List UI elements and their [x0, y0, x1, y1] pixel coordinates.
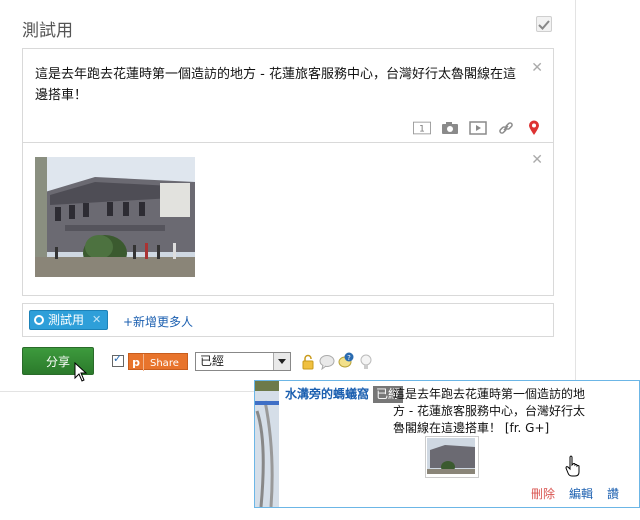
- close-icon[interactable]: ✕: [531, 153, 543, 167]
- counter-icon: 1: [413, 120, 431, 136]
- location-pin-icon[interactable]: [525, 120, 543, 136]
- plurk-share-label: Share: [150, 358, 179, 369]
- video-icon[interactable]: [469, 120, 487, 136]
- lightbulb-icon[interactable]: [360, 354, 372, 370]
- avatar: [255, 381, 279, 507]
- post-text-card[interactable]: 這是去年跑去花蓮時第一個造訪的地方 - 花蓮旅客服務中心，台灣好行太魯閣線在這邊…: [22, 48, 554, 142]
- attached-photo: [35, 157, 195, 277]
- notification-actions: 刪除 編輯 讚: [531, 485, 619, 502]
- mouse-pointer-icon: [74, 362, 88, 382]
- svg-text:?: ?: [347, 354, 351, 362]
- lock-icon[interactable]: [302, 354, 314, 370]
- notification-text: 這是去年跑去花蓮時第一個造訪的地方 - 花蓮旅客服務中心，台灣好行太魯閣線在這邊…: [393, 387, 586, 435]
- attachment-toolbar: 1: [413, 120, 543, 136]
- recipients-field[interactable]: 測試用 ✕ +新增更多人: [22, 303, 554, 337]
- camera-icon[interactable]: [441, 120, 459, 136]
- post-text[interactable]: 這是去年跑去花蓮時第一個造訪的地方 - 花蓮旅客服務中心，台灣好行太魯閣線在這邊…: [35, 64, 521, 106]
- checkmark-icon[interactable]: [536, 16, 552, 32]
- status-select-value: 已經: [200, 354, 225, 368]
- like-link[interactable]: 讚: [607, 485, 619, 502]
- plurk-logo-icon: p: [129, 354, 144, 371]
- notification-bubble-icon[interactable]: ?: [338, 352, 354, 370]
- circle-icon: [34, 315, 44, 325]
- recipient-chip-label: 測試用: [48, 313, 85, 327]
- author-name[interactable]: 水溝旁的螞蟻窩: [285, 387, 369, 401]
- close-icon[interactable]: ✕: [531, 61, 543, 75]
- delete-link[interactable]: 刪除: [531, 485, 555, 502]
- link-icon[interactable]: [497, 120, 515, 136]
- status-select[interactable]: 已經: [195, 352, 291, 371]
- photo-attachment-card: ✕: [22, 142, 554, 296]
- plurk-share-checkbox[interactable]: [112, 352, 124, 367]
- remove-chip-icon[interactable]: ✕: [92, 310, 101, 330]
- plurk-share-button[interactable]: p Share: [128, 353, 188, 371]
- notification-popup: 水溝旁的螞蟻窩 已經 這是去年跑去花蓮時第一個造訪的地方 - 花蓮旅客服務中心，台…: [254, 380, 640, 508]
- chevron-down-icon[interactable]: [273, 353, 290, 370]
- add-more-people-link[interactable]: +新增更多人: [123, 313, 193, 330]
- notification-thumbnail[interactable]: [425, 436, 479, 478]
- recipient-chip[interactable]: 測試用 ✕: [29, 310, 109, 330]
- composer-title: 測試用: [22, 21, 73, 41]
- hand-pointer-icon: [565, 455, 580, 477]
- counter-text: 1: [419, 125, 425, 135]
- comment-bubble-icon[interactable]: [319, 354, 335, 370]
- edit-link[interactable]: 編輯: [569, 485, 593, 502]
